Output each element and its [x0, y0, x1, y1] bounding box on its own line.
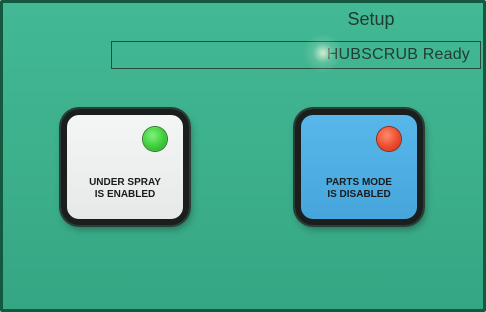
under-spray-label: UNDER SPRAY IS ENABLED — [67, 177, 183, 201]
parts-mode-label-line1: PARTS MODE — [326, 177, 392, 188]
under-spray-label-line1: UNDER SPRAY — [89, 177, 161, 188]
status-text: HUBSCRUB Ready — [326, 46, 470, 63]
under-spray-indicator-light — [143, 127, 167, 151]
page-title: Setup — [347, 9, 395, 29]
status-bar: HUBSCRUB Ready — [111, 41, 481, 69]
under-spray-label-line2: IS ENABLED — [94, 189, 156, 200]
parts-mode-label-line2: IS DISABLED — [327, 189, 391, 200]
under-spray-toggle-button[interactable]: UNDER SPRAY IS ENABLED — [61, 109, 189, 225]
parts-mode-toggle-button[interactable]: PARTS MODE IS DISABLED — [295, 109, 423, 225]
parts-mode-label: PARTS MODE IS DISABLED — [301, 177, 417, 201]
parts-mode-indicator-light — [377, 127, 401, 151]
touchscreen-panel: Setup HUBSCRUB Ready UNDER SPRAY IS ENAB… — [0, 0, 486, 312]
